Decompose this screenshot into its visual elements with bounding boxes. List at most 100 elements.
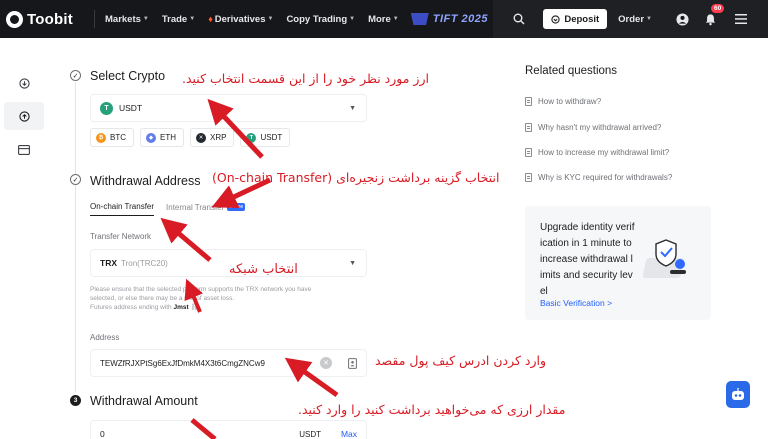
nav-more[interactable]: More ▼ — [368, 14, 399, 25]
network-hint: Please ensure that the selected platform… — [90, 285, 362, 312]
hint-line-1: Please ensure that the selected platform… — [90, 286, 312, 293]
max-button[interactable]: Max — [341, 429, 357, 439]
nav-links: Markets ▼ Trade ▼ ♦ Derivatives ▼ Copy Tradi… — [105, 14, 399, 25]
nav-derivatives-label: Derivatives — [214, 13, 266, 25]
nav-derivatives[interactable]: ♦ Derivatives ▼ — [208, 14, 273, 25]
support-chat-button[interactable] — [726, 381, 750, 408]
nav-trade-label: Trade — [161, 13, 188, 25]
user-avatar-icon — [675, 12, 689, 26]
logo-text: Toobit — [27, 10, 73, 28]
chevron-down-icon: ▼ — [349, 104, 356, 112]
promo-text: TIFT 2025 — [432, 13, 488, 25]
deposit-icon — [551, 14, 560, 24]
withdrawal-address-title: Withdrawal Address — [90, 174, 201, 188]
crypto-select[interactable]: T USDT ▼ — [90, 94, 367, 122]
chip-usdt[interactable]: T USDT — [240, 128, 291, 147]
chip-usdt-label: USDT — [260, 133, 283, 142]
basic-verification-link[interactable]: Basic Verification > — [540, 298, 612, 308]
deposit-button[interactable]: Deposit — [543, 9, 608, 29]
amount-value: 0 — [100, 429, 105, 439]
sidebar-item-card[interactable] — [4, 136, 44, 164]
document-icon — [525, 148, 532, 157]
transfer-tabs: On-chain Transfer Internal Transfer 0 Fee — [90, 202, 246, 216]
related-question-text: Why hasn't my withdrawal arrived? — [538, 123, 662, 132]
card-icon — [18, 145, 30, 155]
flame-icon: ♦ — [208, 14, 213, 24]
tab-internal-label: Internal Transfer — [166, 202, 225, 212]
sidebar-item-withdraw[interactable] — [4, 102, 44, 130]
withdrawal-amount-title: Withdrawal Amount — [90, 394, 198, 408]
quick-coin-chips: ₿ BTC ◆ ETH ✕ XRP T USDT — [90, 128, 291, 147]
menu-button[interactable] — [724, 14, 758, 24]
hint-line-3-prefix: Futures address ending with — [90, 304, 172, 311]
clear-address-icon[interactable]: ✕ — [320, 357, 332, 369]
left-sidebar — [0, 38, 48, 439]
hint-line-3-code: Jmst — [173, 304, 189, 311]
network-sub: Tron(TRC20) — [121, 258, 168, 268]
tab-onchain-transfer[interactable]: On-chain Transfer — [90, 202, 155, 216]
usdt-coin-icon: T — [246, 132, 257, 143]
related-question-link[interactable]: Why hasn't my withdrawal arrived? — [525, 123, 661, 132]
nav-copy-trading[interactable]: Copy Trading ▼ — [286, 14, 355, 25]
logo[interactable]: Toobit — [6, 10, 86, 28]
chip-xrp-label: XRP — [210, 133, 227, 142]
nav-divider — [94, 10, 95, 28]
nav-markets[interactable]: Markets ▼ — [105, 14, 149, 25]
related-question-link[interactable]: How to increase my withdrawal limit? — [525, 148, 669, 157]
select-crypto-title: Select Crypto — [90, 69, 166, 83]
document-icon — [525, 173, 532, 182]
link-icon[interactable]: ⛓ — [190, 304, 198, 311]
chevron-down-icon: ▼ — [267, 16, 274, 22]
related-question-link[interactable]: Why is KYC required for withdrawals? — [525, 173, 672, 182]
chevron-down-icon: ▼ — [349, 259, 356, 267]
chip-eth-label: ETH — [160, 133, 176, 142]
chevron-down-icon: ▼ — [646, 16, 652, 22]
address-book-icon — [347, 357, 357, 369]
deposit-label: Deposit — [564, 13, 600, 25]
step-1-done-icon: ✓ — [70, 70, 81, 81]
chip-btc[interactable]: ₿ BTC — [90, 128, 134, 147]
sidebar-item-deposit[interactable] — [4, 69, 44, 97]
nav-markets-label: Markets — [105, 13, 141, 25]
related-questions-title: Related questions — [525, 65, 618, 77]
network-value: TRX — [100, 258, 117, 268]
robot-icon — [732, 387, 744, 400]
chip-btc-label: BTC — [110, 133, 126, 142]
chip-xrp[interactable]: ✕ XRP — [190, 128, 235, 147]
promo-banner[interactable]: TIFT 2025 — [410, 13, 488, 25]
order-menu[interactable]: Order ▼ — [618, 14, 652, 25]
verification-text: Upgrade identity verification in 1 minut… — [540, 222, 635, 297]
related-question-link[interactable]: How to withdraw? — [525, 97, 601, 106]
amount-input[interactable]: 0 USDT Max — [90, 420, 367, 439]
zero-fee-tag: 0 Fee — [227, 203, 246, 211]
address-label: Address — [90, 333, 120, 342]
eth-coin-icon: ◆ — [146, 132, 156, 143]
selected-coin: USDT — [119, 103, 143, 113]
address-book-button[interactable] — [346, 357, 358, 369]
related-question-text: How to withdraw? — [538, 97, 602, 106]
xrp-coin-icon: ✕ — [196, 132, 206, 143]
step-3-number: 3 — [70, 395, 81, 406]
tab-internal-transfer[interactable]: Internal Transfer 0 Fee — [166, 202, 246, 216]
logo-mark-icon — [6, 10, 23, 28]
annotation-select-coin: ارز مورد نظر خود را از این قسمت انتخاب ک… — [182, 71, 429, 86]
verification-card: Upgrade identity verification in 1 minut… — [525, 206, 711, 320]
chevron-down-icon: ▼ — [349, 16, 356, 22]
nav-right-group: Deposit Order ▼ 60 — [493, 0, 768, 38]
search-button[interactable] — [499, 13, 539, 25]
account-button[interactable] — [668, 12, 696, 26]
id-verification-illustration-icon — [642, 239, 686, 278]
hint-line-2: selected, or else there may be a risk of… — [90, 295, 235, 302]
chip-eth[interactable]: ◆ ETH — [140, 128, 184, 147]
promo-shield-icon — [410, 13, 429, 25]
related-question-text: How to increase my withdrawal limit? — [538, 148, 670, 157]
chevron-down-icon: ▼ — [392, 16, 399, 22]
tab-onchain-label: On-chain Transfer — [90, 202, 155, 211]
network-label: Transfer Network — [90, 232, 152, 241]
top-nav: Toobit Markets ▼ Trade ▼ ♦ Derivatives ▼ Cop… — [0, 0, 768, 38]
notifications-button[interactable]: 60 — [696, 3, 725, 26]
chevron-down-icon: ▼ — [189, 16, 196, 22]
annotation-network: انتخاب شبکه — [229, 262, 298, 277]
nav-trade[interactable]: Trade ▼ — [162, 14, 195, 25]
usdt-coin-icon: T — [100, 101, 113, 115]
